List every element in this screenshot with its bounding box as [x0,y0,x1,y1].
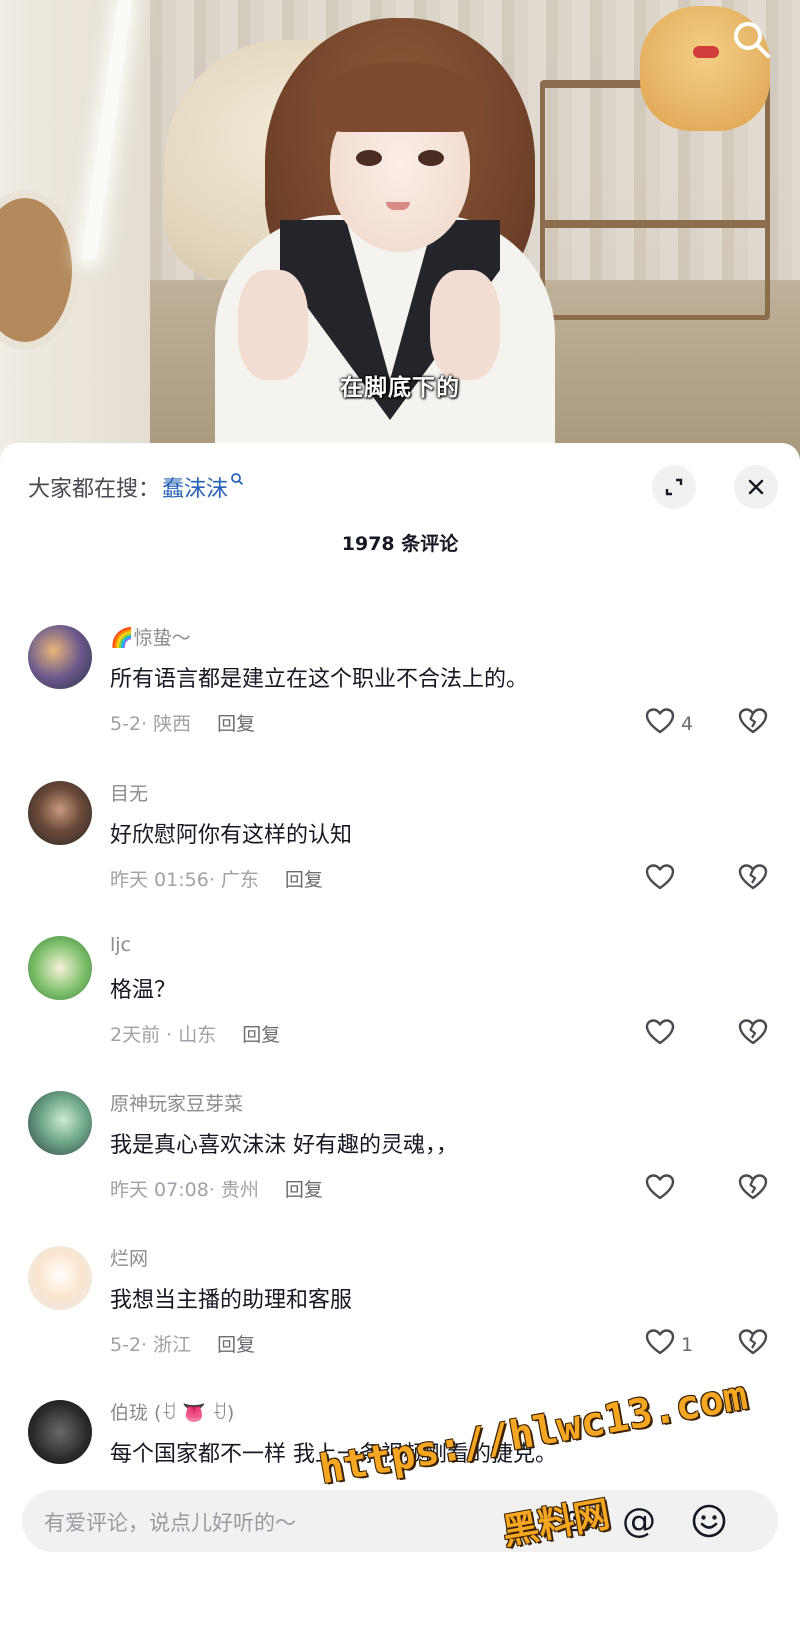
comment-time-location: 2天前 · 山东 [110,1024,217,1046]
broken-heart-icon[interactable] [738,863,768,895]
right-hand [430,270,500,380]
comment-username[interactable]: ljc [110,934,131,956]
heart-icon [645,1328,675,1361]
reply-button[interactable]: 回复 [217,1334,255,1356]
left-eye [356,150,382,166]
comment-username[interactable]: 目无 [110,779,148,806]
trending-search[interactable]: 大家都在搜： 蠢沫沫 [28,467,244,507]
comment-time-location: 昨天 01:56· 广东 [110,869,259,891]
emoji-icon[interactable] [686,1498,732,1544]
avatar[interactable] [28,936,92,1000]
comment-time-location: 5-2· 陕西 [110,713,192,735]
like-button[interactable]: 4 [645,707,693,740]
video-subtitle: 在脚底下的 [340,375,460,401]
right-eye [418,150,444,166]
comment-item[interactable]: ljc 格温？ 2天前 · 山东 回复 [0,934,800,1092]
comment-time-location: 5-2· 浙江 [110,1334,192,1356]
expand-icon[interactable] [652,465,696,509]
avatar[interactable] [28,625,92,689]
cart-shelf [540,220,770,228]
reply-button[interactable]: 回复 [242,1024,280,1046]
heart-icon [645,1173,675,1206]
comment-text: 所有语言都是建立在这个职业不合法上的。 [110,667,529,692]
broken-heart-icon[interactable] [738,707,768,739]
mention-button[interactable]: @ [616,1498,662,1544]
like-count: 4 [681,712,694,735]
like-button[interactable] [645,1018,681,1051]
reply-button[interactable]: 回复 [285,869,323,891]
avatar[interactable] [28,1400,92,1464]
comment-meta: 5-2· 浙江 回复 [110,1330,255,1357]
person-bangs [318,62,482,132]
comment-item[interactable]: 🌈惊蛰～ 所有语言都是建立在这个职业不合法上的。 5-2· 陕西 回复 4 [0,625,800,781]
like-count: 1 [681,1333,694,1356]
comment-meta: 昨天 01:56· 广东 回复 [110,865,323,892]
comment-item[interactable]: 原神玩家豆芽菜我是真心喜欢沫沫 好有趣的灵魂，， 昨天 07:08· 贵州 回复 [0,1091,800,1247]
search-icon[interactable] [728,16,776,64]
comment-meta: 5-2· 陕西 回复 [110,709,255,736]
avatar[interactable] [28,781,92,845]
like-button[interactable] [645,1173,681,1206]
like-button[interactable] [645,863,681,896]
avatar[interactable] [28,1246,92,1310]
comment-username[interactable]: 🌈惊蛰～ [110,623,191,650]
comment-text: 我想当主播的助理和客服 [110,1288,353,1313]
broken-heart-icon[interactable] [738,1018,768,1050]
comment-text: 好欣慰阿你有这样的认知 [110,823,353,848]
like-button[interactable]: 1 [645,1328,693,1361]
comment-meta: 2天前 · 山东 回复 [110,1020,280,1047]
heart-icon [645,707,675,740]
comment-username[interactable]: 原神玩家豆芽菜 [110,1089,243,1116]
video-player[interactable]: 在脚底下的 [0,0,800,460]
comment-input-placeholder: 有爱评论，说点儿好听的～ [44,1511,296,1535]
comment-text: 格温？ [110,978,177,1003]
trending-search-prefix: 大家都在搜： [28,477,161,502]
comment-input[interactable]: 有爱评论，说点儿好听的～ @ [22,1490,778,1552]
comment-count: 1978 条评论 [341,533,459,555]
comment-time-location: 昨天 07:08· 贵州 [110,1179,259,1201]
close-icon[interactable] [734,465,778,509]
comment-username[interactable]: 烂网 [110,1244,148,1271]
heart-icon [645,1018,675,1051]
broken-heart-icon[interactable] [738,1173,768,1205]
comment-text: 我是真心喜欢沫沫 好有趣的灵魂，， [110,1133,458,1158]
keyword-search-icon [230,472,244,490]
left-hand [238,270,308,380]
comment-username[interactable]: 伯珑 (ꀀ 👅 ꀀ) [110,1400,234,1425]
comment-meta: 昨天 07:08· 贵州 回复 [110,1175,323,1202]
trending-search-keyword[interactable]: 蠢沫沫 [162,471,228,503]
reply-button[interactable]: 回复 [285,1179,323,1201]
comment-item[interactable]: 目无好欣慰阿你有这样的认知 昨天 01:56· 广东 回复 [0,781,800,937]
broken-heart-icon[interactable] [738,1328,768,1360]
heart-icon [645,863,675,896]
plush-bow [693,46,719,58]
reply-button[interactable]: 回复 [217,713,255,735]
avatar[interactable] [28,1091,92,1155]
comment-item[interactable]: 烂网我想当主播的助理和客服 5-2· 浙江 回复 1 [0,1246,800,1402]
